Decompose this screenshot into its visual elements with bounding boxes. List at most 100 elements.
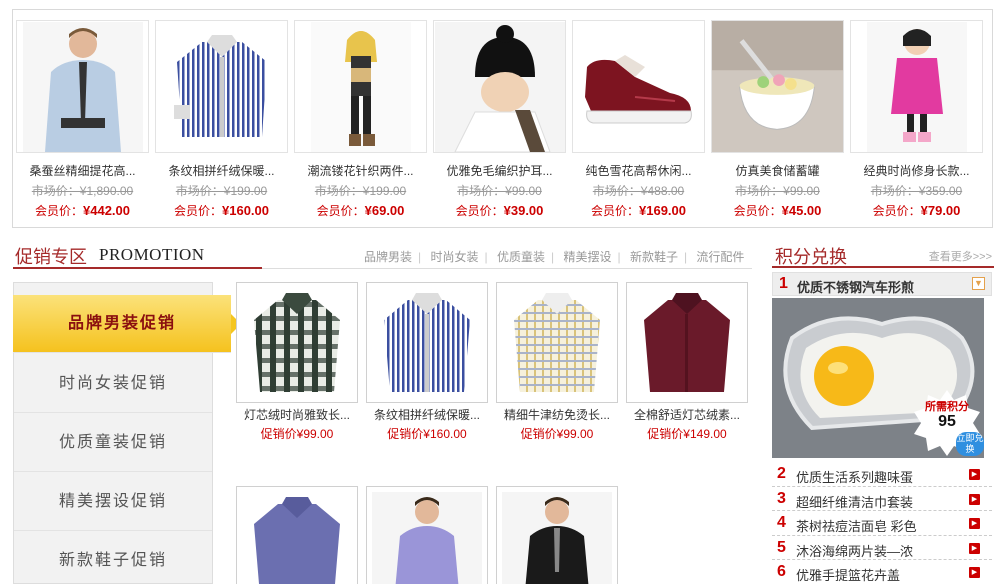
promo-item-image[interactable] <box>496 282 618 403</box>
arrow-right-icon[interactable]: ▶ <box>969 469 980 480</box>
link-womens[interactable]: 时尚女装 <box>430 250 478 264</box>
mens-dress-shirt-model-icon <box>22 21 143 152</box>
points-item-name[interactable]: 茶树祛痘洁面皂 彩色 <box>796 516 917 535</box>
product-image[interactable] <box>572 20 705 153</box>
member-price: 会员价：¥39.00 <box>455 203 544 218</box>
rank-number: 3 <box>777 489 786 507</box>
market-price: 市场价：¥199.00 <box>175 184 268 198</box>
striped-shirt-icon <box>384 292 470 392</box>
product-image[interactable] <box>155 20 288 153</box>
arrow-right-icon[interactable]: ▶ <box>969 567 980 578</box>
product-name[interactable]: 经典时尚修身长款... <box>850 162 983 179</box>
promo-item-name[interactable]: 灯芯绒时尚雅致长... <box>236 406 358 423</box>
product-card[interactable]: 经典时尚修身长款... 市场价：¥359.00 会员价：¥79.00 <box>850 20 983 219</box>
tab-mens-promo[interactable]: 品牌男装促销 <box>13 295 241 353</box>
link-kids[interactable]: 优质童装 <box>497 250 545 264</box>
product-card[interactable]: 条纹相拼纤绒保暖... 市场价：¥199.00 会员价：¥160.00 <box>155 20 288 219</box>
points-exchange-header: 积分兑换 查看更多>>> <box>772 240 994 268</box>
points-item-name[interactable]: 超细纤维清洁巾套装 <box>796 492 913 511</box>
promo-item-price: 促销价¥99.00 <box>260 427 334 441</box>
product-card[interactable]: 优雅免毛编织护耳... 市场价：¥99.00 会员价：¥39.00 <box>433 20 566 219</box>
points-item-name[interactable]: 优质生活系列趣味蛋 <box>796 467 913 486</box>
promo-item-name[interactable]: 条纹相拼纤绒保暖... <box>366 406 488 423</box>
promo-item-price: 促销价¥149.00 <box>647 427 727 441</box>
points-item-name[interactable]: 优雅手提篮花卉盖 <box>796 565 900 584</box>
points-title: 积分兑换 <box>775 247 847 267</box>
product-image[interactable] <box>294 20 427 153</box>
product-name[interactable]: 桑蚕丝精细提花高... <box>16 162 149 179</box>
rank-number: 4 <box>777 514 786 531</box>
promo-item[interactable]: 全棉舒适灯芯绒素... 促销价¥149.00 <box>626 282 748 442</box>
product-name[interactable]: 纯色雪花高帮休闲... <box>572 162 705 179</box>
points-item-image[interactable]: 所需积分 95 立即兑换 <box>772 298 984 458</box>
product-image[interactable] <box>850 20 983 153</box>
list-item[interactable]: 6 优雅手提篮花卉盖 ▶ <box>772 560 992 584</box>
promo-item[interactable]: 精细牛津纺免烫长... 促销价¥99.00 <box>496 282 618 442</box>
product-name[interactable]: 仿真美食储蓄罐 <box>711 162 844 179</box>
member-price: 会员价：¥79.00 <box>872 203 961 218</box>
product-card[interactable]: 纯色雪花高帮休闲... 市场价：¥488.00 会员价：¥169.00 <box>572 20 705 219</box>
product-card[interactable]: 桑蚕丝精细提花高... 市场价：¥1,890.00 会员价：¥442.00 <box>16 20 149 219</box>
promo-item-name[interactable]: 全棉舒适灯芯绒素... <box>626 406 748 423</box>
promo-item[interactable] <box>496 486 618 584</box>
promo-item-image[interactable] <box>366 486 488 584</box>
product-card[interactable]: 仿真美食储蓄罐 市场价：¥99.00 会员价：¥45.00 <box>711 20 844 219</box>
arrow-right-icon[interactable]: ▶ <box>969 518 980 529</box>
product-name[interactable]: 潮流镂花针织两件... <box>294 162 427 179</box>
tab-decor-promo[interactable]: 精美摆设促销 <box>14 473 212 531</box>
market-price: 市场价：¥99.00 <box>735 184 820 198</box>
member-price: 会员价：¥160.00 <box>173 203 269 218</box>
points-required-value: 95 <box>938 413 956 430</box>
list-item[interactable]: 5 沐浴海绵两片装—浓 ▶ <box>772 536 992 560</box>
promo-item-image[interactable] <box>236 282 358 403</box>
list-item[interactable]: 3 超细纤维清洁巾套装 ▶ <box>772 487 992 511</box>
promo-item-image[interactable] <box>366 282 488 403</box>
product-image[interactable] <box>711 20 844 153</box>
promotion-title: 促销专区 <box>15 247 87 267</box>
purple-shirt-icon <box>254 496 340 584</box>
link-mens[interactable]: 品牌男装 <box>364 250 412 264</box>
market-price: 市场价：¥1,890.00 <box>31 184 134 198</box>
product-image[interactable] <box>433 20 566 153</box>
tab-shoes-promo[interactable]: 新款鞋子促销 <box>14 532 212 584</box>
redeem-button[interactable]: 立即兑换 <box>956 432 984 456</box>
list-item[interactable]: 2 优质生活系列趣味蛋 ▶ <box>772 462 992 487</box>
member-price: 会员价：¥69.00 <box>316 203 405 218</box>
tab-kids-promo[interactable]: 优质童装促销 <box>14 414 212 472</box>
promotion-category-links: 品牌男装 | 时尚女装 | 优质童装 | 精美摆设 | 新款鞋子 | 流行配件 <box>364 250 745 264</box>
link-accessories[interactable]: 流行配件 <box>696 250 744 264</box>
arrow-right-icon[interactable]: ▶ <box>969 493 980 505</box>
link-shoes[interactable]: 新款鞋子 <box>630 250 678 264</box>
link-decor[interactable]: 精美摆设 <box>563 250 611 264</box>
rank-number: 6 <box>777 563 786 580</box>
promo-item[interactable] <box>236 486 358 584</box>
product-name[interactable]: 条纹相拼纤绒保暖... <box>155 162 288 179</box>
promo-item[interactable]: 灯芯绒时尚雅致长... 促销价¥99.00 <box>236 282 358 442</box>
promo-item-image[interactable] <box>626 282 748 403</box>
lavender-shirt-model-icon <box>372 491 482 584</box>
promotion-tabs: 品牌男装促销 时尚女装促销 优质童装促销 精美摆设促销 新款鞋子促销 <box>13 282 241 584</box>
market-price: 市场价：¥359.00 <box>870 184 963 198</box>
food-bowl-icon <box>712 21 843 152</box>
arrow-right-icon[interactable]: ▶ <box>969 542 980 554</box>
promo-item-image[interactable] <box>236 486 358 584</box>
product-image[interactable] <box>16 20 149 153</box>
points-item-name[interactable]: 优质不锈钢汽车形煎 <box>797 277 914 296</box>
tab-womens-promo[interactable]: 时尚女装促销 <box>14 355 212 413</box>
promo-item-name[interactable]: 精细牛津纺免烫长... <box>496 406 618 423</box>
market-price: 市场价：¥99.00 <box>457 184 542 198</box>
promo-item-price: 促销价¥160.00 <box>387 427 467 441</box>
promo-item-price: 促销价¥99.00 <box>520 427 594 441</box>
points-item-name[interactable]: 沐浴海绵两片装—浓 <box>796 541 913 560</box>
chevron-down-icon[interactable]: ▼ <box>972 277 985 290</box>
product-name[interactable]: 优雅免毛编织护耳... <box>433 162 566 179</box>
promo-item[interactable]: 条纹相拼纤绒保暖... 促销价¥160.00 <box>366 282 488 442</box>
promo-item-image[interactable] <box>496 486 618 584</box>
list-item[interactable]: 4 茶树祛痘洁面皂 彩色 ▶ <box>772 511 992 536</box>
product-card[interactable]: 潮流镂花针织两件... 市场价：¥199.00 会员价：¥69.00 <box>294 20 427 219</box>
view-more-link[interactable]: 查看更多>>> <box>929 248 992 264</box>
rank-number: 5 <box>777 538 786 556</box>
points-top-item[interactable]: 1 优质不锈钢汽车形煎 ▼ <box>772 272 992 296</box>
knit-hat-model-icon <box>434 21 565 152</box>
promo-item[interactable] <box>366 486 488 584</box>
